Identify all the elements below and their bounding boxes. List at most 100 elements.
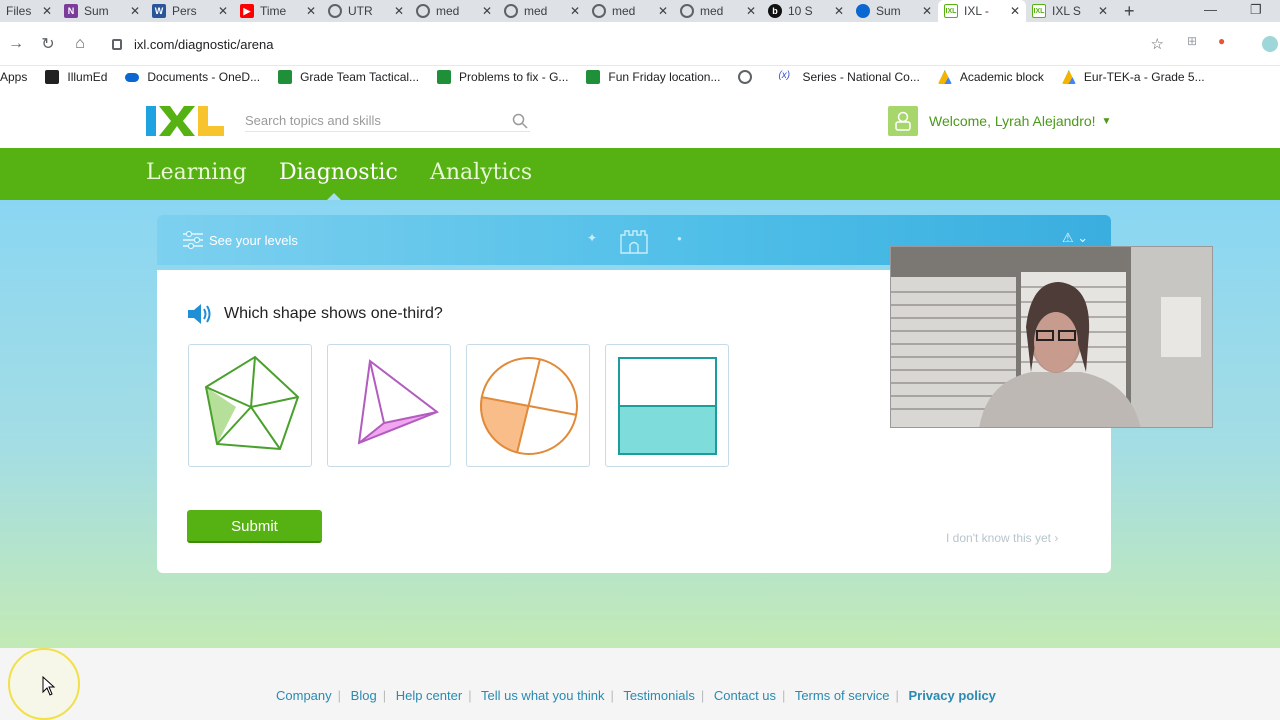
restore-icon[interactable]: ❐ — [1250, 0, 1262, 22]
close-icon[interactable]: ✕ — [1098, 4, 1108, 18]
browser-tab[interactable]: IXL IXL S ✕ — [1026, 0, 1114, 22]
globe-icon — [738, 70, 753, 84]
ixl-icon: IXL — [1032, 4, 1046, 18]
onedrive-icon — [856, 4, 870, 18]
tab-diagnostic[interactable]: Diagnostic — [279, 160, 398, 185]
circle-shape-icon — [480, 357, 578, 455]
dont-know-link[interactable]: I don't know this yet › — [946, 531, 1058, 545]
search-input[interactable]: Search topics and skills — [245, 110, 530, 132]
extension-icon[interactable]: ● — [1218, 34, 1225, 48]
home-icon[interactable]: ⌂ — [64, 35, 96, 53]
browser-tab[interactable]: ▶ Time ✕ — [234, 0, 322, 22]
browser-tab[interactable]: med ✕ — [674, 0, 762, 22]
rectangle-shape-icon — [618, 357, 717, 455]
close-icon[interactable]: ✕ — [746, 4, 756, 18]
close-icon[interactable]: ✕ — [42, 4, 52, 18]
bookmark-item[interactable]: Documents - OneD... — [125, 70, 260, 84]
question-text: Which shape shows one-third? — [224, 305, 443, 322]
search-icon[interactable] — [512, 113, 528, 129]
browser-tab[interactable]: med ✕ — [586, 0, 674, 22]
browser-tab[interactable]: b 10 S ✕ — [762, 0, 850, 22]
bookmark-item[interactable]: Problems to fix - G... — [437, 70, 568, 84]
globe-icon — [680, 4, 694, 18]
tab-analytics[interactable]: Analytics — [430, 160, 532, 185]
bookmark-item[interactable]: Fun Friday location... — [586, 70, 720, 84]
extension-icon[interactable]: ⊞ — [1187, 34, 1197, 48]
close-icon[interactable]: ✕ — [1010, 4, 1020, 18]
sparkle-icon: ✦ — [587, 231, 598, 245]
webcam-overlay — [890, 246, 1213, 428]
footer-link-help-center[interactable]: Help center — [396, 688, 462, 703]
close-icon[interactable]: ✕ — [570, 4, 580, 18]
close-icon[interactable]: ✕ — [218, 4, 228, 18]
bookmark-item[interactable]: IllumEd — [45, 70, 107, 84]
close-icon[interactable]: ✕ — [482, 4, 492, 18]
main-nav: Learning Diagnostic Analytics — [0, 148, 1280, 200]
back-icon[interactable]: → — [0, 35, 32, 53]
browser-tab[interactable]: N Sum ✕ — [58, 0, 146, 22]
minimize-icon[interactable]: — — [1204, 0, 1217, 22]
globe-icon — [504, 4, 518, 18]
reload-icon[interactable]: ↻ — [32, 34, 64, 54]
user-icon — [895, 111, 911, 131]
close-icon[interactable]: ✕ — [394, 4, 404, 18]
url-field[interactable]: ixl.com/diagnostic/arena ☆ — [104, 28, 1174, 60]
close-icon[interactable]: ✕ — [658, 4, 668, 18]
footer: Company | Blog | Help center | Tell us what… — [0, 648, 1280, 720]
active-tab-indicator — [327, 193, 341, 200]
ixl-icon: IXL — [944, 4, 958, 18]
speaker-icon[interactable] — [186, 303, 214, 325]
b-icon: b — [768, 4, 782, 18]
user-menu[interactable]: Welcome, Lyrah Alejandro! ▼ — [888, 106, 1111, 136]
bookmark-item[interactable]: Academic block — [937, 70, 1044, 84]
submit-button[interactable]: Submit — [187, 510, 322, 543]
browser-tab[interactable]: med ✕ — [410, 0, 498, 22]
pentagon-shape-icon — [204, 355, 300, 451]
footer-link-privacy[interactable]: Privacy policy — [908, 688, 995, 703]
drive-icon — [937, 70, 952, 84]
answer-choice-circle[interactable] — [466, 344, 590, 467]
footer-link-feedback[interactable]: Tell us what you think — [481, 688, 605, 703]
footer-link-terms[interactable]: Terms of service — [795, 688, 890, 703]
bookmarks-bar: Apps IllumEd Documents - OneD... Grade T… — [0, 66, 1280, 88]
bookmark-item[interactable]: (x) Series - National Co... — [778, 70, 919, 84]
close-icon[interactable]: ✕ — [834, 4, 844, 18]
bookmark-item[interactable] — [738, 70, 760, 84]
globe-icon — [328, 4, 342, 18]
tab-learning[interactable]: Learning — [146, 160, 247, 185]
close-icon[interactable]: ✕ — [922, 4, 932, 18]
footer-link-company[interactable]: Company — [276, 688, 332, 703]
answer-choice-rectangle[interactable] — [605, 344, 729, 467]
sliders-icon — [183, 230, 203, 250]
illumed-icon — [45, 70, 60, 84]
bookmark-star-icon[interactable]: ☆ — [1151, 35, 1164, 53]
browser-tab[interactable]: UTR ✕ — [322, 0, 410, 22]
webcam-video-image — [891, 247, 1212, 427]
answer-choice-pentagon[interactable] — [188, 344, 312, 467]
ixl-logo[interactable] — [146, 106, 226, 136]
bookmark-item[interactable]: Eur-TEK-a - Grade 5... — [1061, 70, 1205, 84]
chevron-down-icon: ⚠ ⌄ — [1062, 230, 1089, 245]
chevron-down-icon: ▼ — [1101, 115, 1112, 127]
lock-icon — [112, 38, 122, 50]
bookmark-item[interactable]: Grade Team Tactical... — [278, 70, 419, 84]
globe-icon — [416, 4, 430, 18]
bookmark-apps[interactable]: Apps — [0, 70, 27, 84]
browser-tab-active[interactable]: IXL IXL - ✕ — [938, 0, 1026, 22]
new-tab-icon[interactable]: + — [1124, 0, 1135, 22]
close-icon[interactable]: ✕ — [306, 4, 316, 18]
profile-icon[interactable] — [1262, 36, 1278, 52]
onenote-icon: N — [64, 4, 78, 18]
browser-tab[interactable]: med ✕ — [498, 0, 586, 22]
close-icon[interactable]: ✕ — [130, 4, 140, 18]
sheets-icon — [586, 70, 601, 84]
browser-tab[interactable]: Files ✕ — [0, 0, 58, 22]
footer-link-testimonials[interactable]: Testimonials — [623, 688, 695, 703]
footer-link-contact[interactable]: Contact us — [714, 688, 776, 703]
browser-tab[interactable]: W Pers ✕ — [146, 0, 234, 22]
answer-choice-triangle[interactable] — [327, 344, 451, 467]
drive-icon — [1061, 70, 1076, 84]
browser-tab[interactable]: Sum ✕ — [850, 0, 938, 22]
footer-link-blog[interactable]: Blog — [351, 688, 377, 703]
sheets-icon — [278, 70, 293, 84]
